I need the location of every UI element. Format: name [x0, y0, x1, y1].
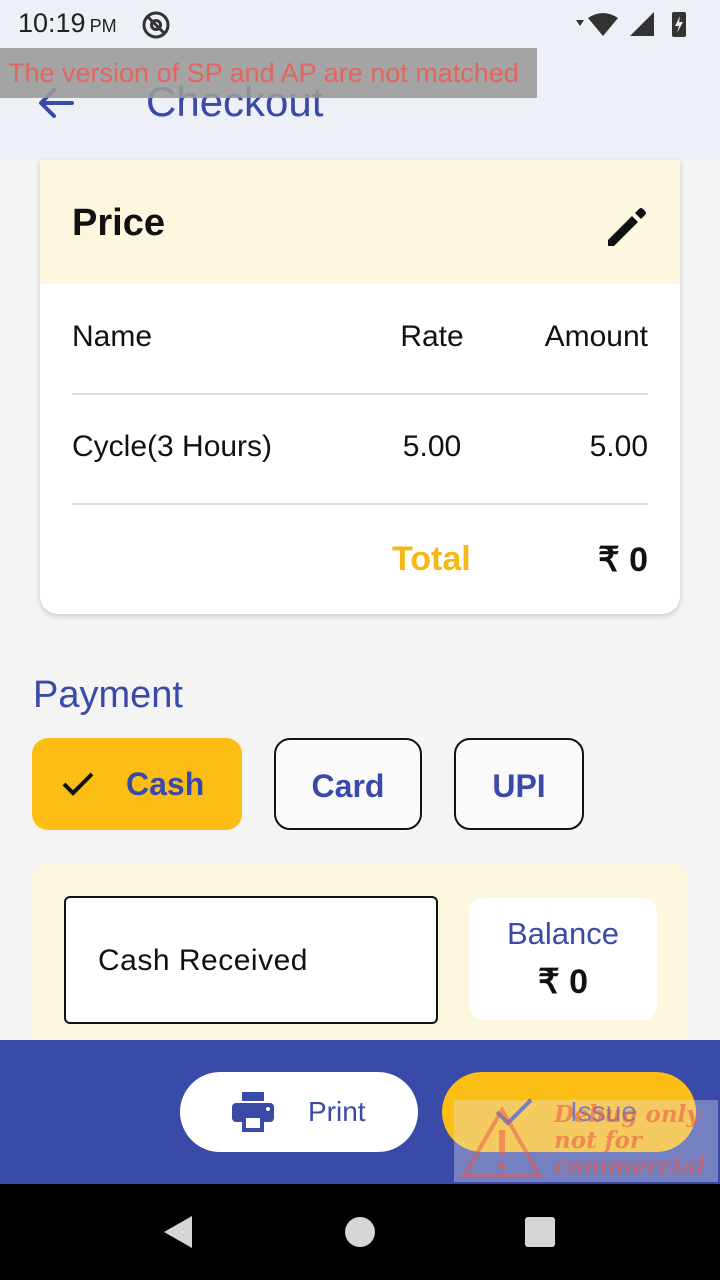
total-value: ₹ 0: [598, 541, 648, 579]
printer-icon: [232, 1092, 274, 1132]
payment-title: Payment: [33, 674, 183, 716]
payment-upi-button[interactable]: UPI: [454, 738, 584, 830]
cash-panel: Cash Received Balance ₹ 0: [32, 864, 688, 1044]
status-bar: 10:19 PM: [0, 0, 720, 50]
watermark-line: not for: [554, 1127, 643, 1154]
watermark-line: commercial: [554, 1153, 706, 1180]
watermark-text: Debug only not for commercial: [554, 1102, 705, 1180]
payment-card-label: Card: [311, 768, 385, 804]
status-icons: [576, 12, 686, 37]
price-card: Price Name Rate Amount Cycle(3 Hours) 5.…: [40, 160, 680, 614]
warning-triangle-icon: [460, 1106, 544, 1178]
time-text: 10:19: [18, 8, 86, 38]
debug-banner: The version of SP and AP are not matched: [0, 48, 537, 98]
balance-label: Balance: [506, 916, 620, 951]
status-time: 10:19 PM: [18, 8, 117, 39]
item-rate: 5.00: [402, 430, 462, 463]
cash-received-placeholder: Cash Received: [98, 944, 308, 977]
column-header-name: Name: [72, 320, 153, 353]
print-button[interactable]: Print: [180, 1072, 418, 1152]
column-header-rate: Rate: [400, 320, 464, 353]
item-name: Cycle(3 Hours): [72, 430, 273, 463]
balance-value: ₹ 0: [538, 963, 588, 1001]
balance-box: Balance ₹ 0: [469, 898, 657, 1020]
time-ampm: PM: [89, 16, 117, 36]
at-sign-icon: [142, 11, 170, 39]
nav-recents-icon[interactable]: [525, 1217, 555, 1247]
payment-cash-label: Cash: [126, 766, 205, 802]
nav-back-icon[interactable]: [160, 1214, 196, 1250]
payment-upi-label: UPI: [492, 768, 546, 804]
wifi-icon: [588, 13, 618, 36]
edit-pencil-icon[interactable]: [602, 204, 650, 252]
table-row: Cycle(3 Hours) 5.00 5.00: [72, 394, 648, 504]
payment-card-button[interactable]: Card: [274, 738, 422, 830]
table-header-row: Name Rate Amount: [72, 284, 648, 394]
payment-cash-button[interactable]: Cash: [32, 738, 242, 830]
cell-signal-icon: [630, 12, 654, 36]
check-icon: [62, 772, 94, 796]
nav-home-icon[interactable]: [345, 1217, 375, 1247]
watermark-line: Debug only: [554, 1101, 700, 1128]
item-amount: 5.00: [589, 430, 648, 463]
column-header-amount: Amount: [544, 320, 648, 353]
cash-received-input[interactable]: Cash Received: [64, 896, 438, 1024]
system-nav-bar: [0, 1184, 720, 1280]
total-label: Total: [392, 540, 471, 578]
print-label: Print: [308, 1096, 366, 1127]
price-title: Price: [72, 202, 165, 244]
debug-watermark: Debug only not for commercial: [454, 1100, 718, 1182]
signal-arrow-icon: [576, 20, 584, 26]
price-card-header: Price: [40, 160, 680, 284]
row-divider: [72, 503, 648, 505]
debug-banner-text: The version of SP and AP are not matched: [8, 58, 519, 88]
